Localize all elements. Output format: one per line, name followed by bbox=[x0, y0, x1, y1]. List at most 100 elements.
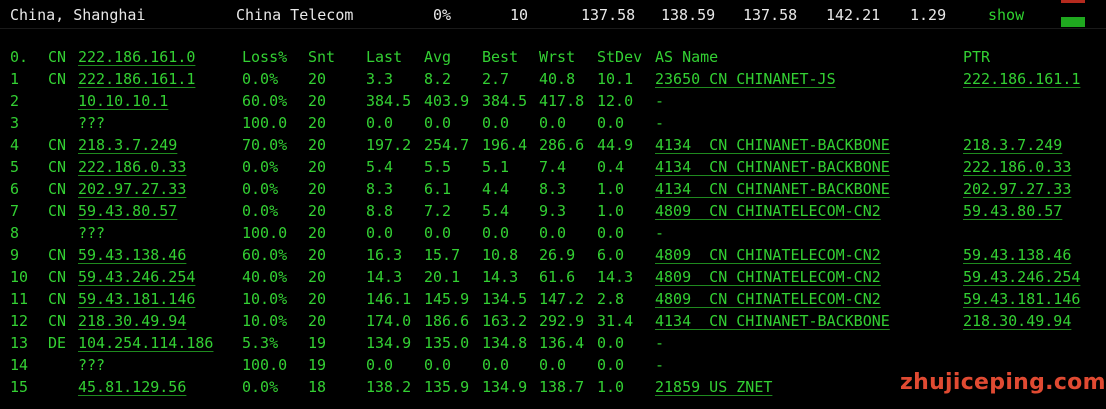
cell-as[interactable]: 4134 CN CHINANET-BACKBONE bbox=[655, 156, 890, 178]
cell-wrst: 417.8 bbox=[539, 92, 585, 110]
cell-ptr[interactable]: 59.43.80.57 bbox=[963, 200, 1062, 222]
show-link[interactable]: show bbox=[988, 4, 1024, 26]
cell-avg: 0.0 bbox=[424, 114, 452, 132]
cell-host[interactable]: 59.43.80.57 bbox=[78, 200, 177, 222]
summary-stdev: 1.29 bbox=[910, 6, 947, 24]
cell-host[interactable]: 104.254.114.186 bbox=[78, 332, 213, 354]
cell-best: 134.9 bbox=[482, 378, 528, 396]
cell-avg: 8.2 bbox=[424, 70, 452, 88]
cell-as: - bbox=[655, 114, 665, 132]
cell-last: 8.8 bbox=[366, 202, 394, 220]
cell-stdev: 14.3 bbox=[597, 268, 634, 286]
cell-ptr[interactable]: 59.43.246.254 bbox=[963, 266, 1080, 288]
cell-as[interactable]: 4809 CN CHINATELECOM-CN2 bbox=[655, 244, 881, 266]
cell-stdev: 1.0 bbox=[597, 202, 625, 220]
cell-avg: 135.0 bbox=[424, 334, 470, 352]
cell-best: 10.8 bbox=[482, 246, 519, 264]
summary-row: China, Shanghai China Telecom 0% 10 137.… bbox=[0, 4, 1106, 26]
cell-wrst: 61.6 bbox=[539, 268, 576, 286]
cell-loss: 0.0% bbox=[242, 180, 279, 198]
cell-as: - bbox=[655, 356, 665, 374]
cell-as[interactable]: 4134 CN CHINANET-BACKBONE bbox=[655, 178, 890, 200]
cell-avg: 145.9 bbox=[424, 290, 470, 308]
cell-host[interactable]: 218.3.7.249 bbox=[78, 134, 177, 156]
cell-ptr[interactable]: 222.186.0.33 bbox=[963, 156, 1071, 178]
cell-host[interactable]: 10.10.10.1 bbox=[78, 90, 168, 112]
cell-last: 174.0 bbox=[366, 312, 412, 330]
header-stdev: StDev bbox=[597, 48, 643, 66]
cell-as[interactable]: 4134 CN CHINANET-BACKBONE bbox=[655, 310, 890, 332]
header-host[interactable]: 222.186.161.0 bbox=[78, 46, 195, 68]
cell-ptr[interactable]: 218.3.7.249 bbox=[963, 134, 1062, 156]
cell-loss: 0.0% bbox=[242, 70, 279, 88]
table-row: 12 CN 218.30.49.94 10.0% 20 174.0 186.6 163.2 29… bbox=[10, 310, 1071, 332]
table-row: 4 CN 218.3.7.249 70.0% 20 197.2 254.7 196.4 286.… bbox=[10, 134, 1062, 156]
cell-ptr[interactable]: 218.30.49.94 bbox=[963, 310, 1071, 332]
cell-as[interactable]: 21859 US ZNET bbox=[655, 376, 772, 398]
cell-ptr[interactable]: 59.43.138.46 bbox=[963, 244, 1071, 266]
cell-host[interactable]: 59.43.246.254 bbox=[78, 266, 195, 288]
cell-snt: 19 bbox=[308, 356, 327, 374]
cell-cc: CN bbox=[48, 246, 67, 264]
cell-wrst: 292.9 bbox=[539, 312, 585, 330]
cell-host[interactable]: 59.43.138.46 bbox=[78, 244, 186, 266]
cell-last: 8.3 bbox=[366, 180, 394, 198]
cell-avg: 7.2 bbox=[424, 202, 452, 220]
cell-as[interactable]: 23650 CN CHINANET-JS bbox=[655, 68, 836, 90]
cell-last: 0.0 bbox=[366, 356, 394, 374]
table-row: 13 DE 104.254.114.186 5.3% 19 134.9 135.0 134.8… bbox=[10, 332, 664, 354]
cell-best: 196.4 bbox=[482, 136, 528, 154]
cell-avg: 254.7 bbox=[424, 136, 470, 154]
table-header: 0. CN 222.186.161.0 Loss% Snt Last Avg B… bbox=[10, 46, 990, 68]
cell-snt: 20 bbox=[308, 158, 327, 176]
cell-host[interactable]: 222.186.0.33 bbox=[78, 156, 186, 178]
table-row: 2 10.10.10.1 60.0% 20 384.5 403.9 384.5 417.8 12… bbox=[10, 90, 664, 112]
cell-wrst: 136.4 bbox=[539, 334, 585, 352]
cell-stdev: 2.8 bbox=[597, 290, 625, 308]
cell-best: 0.0 bbox=[482, 356, 510, 374]
hop-rows: 1 CN 222.186.161.1 0.0% 20 3.3 8.2 2.7 40.8 10.1 2… bbox=[10, 68, 1080, 398]
cell-snt: 20 bbox=[308, 180, 327, 198]
cell-best: 134.8 bbox=[482, 334, 528, 352]
cell-as[interactable]: 4809 CN CHINATELECOM-CN2 bbox=[655, 288, 881, 310]
cell-snt: 20 bbox=[308, 312, 327, 330]
cell-host[interactable]: 218.30.49.94 bbox=[78, 310, 186, 332]
cell-as[interactable]: 4809 CN CHINATELECOM-CN2 bbox=[655, 200, 881, 222]
summary-last: 137.58 bbox=[581, 6, 636, 24]
cell-stdev: 6.0 bbox=[597, 246, 625, 264]
cell-wrst: 40.8 bbox=[539, 70, 576, 88]
cell-stdev: 1.0 bbox=[597, 378, 625, 396]
cell-host[interactable]: 202.97.27.33 bbox=[78, 178, 186, 200]
cell-host[interactable]: 222.186.161.1 bbox=[78, 68, 195, 90]
cell-as[interactable]: 4134 CN CHINANET-BACKBONE bbox=[655, 134, 890, 156]
cell-loss: 60.0% bbox=[242, 246, 288, 264]
cell-snt: 20 bbox=[308, 290, 327, 308]
cell-stdev: 12.0 bbox=[597, 92, 634, 110]
cell-cc: CN bbox=[48, 290, 67, 308]
cell-ptr[interactable]: 202.97.27.33 bbox=[963, 178, 1071, 200]
cell-wrst: 0.0 bbox=[539, 356, 567, 374]
cell-host[interactable]: 45.81.129.56 bbox=[78, 376, 186, 398]
cell-stdev: 0.0 bbox=[597, 114, 625, 132]
cell-as: - bbox=[655, 92, 665, 110]
cell-ptr[interactable]: 222.186.161.1 bbox=[963, 68, 1080, 90]
cell-ptr[interactable]: 59.43.181.146 bbox=[963, 288, 1080, 310]
cell-loss: 0.0% bbox=[242, 158, 279, 176]
cell-hop: 1 bbox=[10, 70, 20, 88]
table-row: 8??? 100.0 20 0.0 0.0 0.0 0.0 0.0 - bbox=[10, 222, 664, 244]
cell-snt: 18 bbox=[308, 378, 327, 396]
table-row: 9 CN 59.43.138.46 60.0% 20 16.3 15.7 10.8 26.9 6.… bbox=[10, 244, 1071, 266]
cell-last: 0.0 bbox=[366, 114, 394, 132]
cell-last: 138.2 bbox=[366, 378, 412, 396]
cell-host[interactable]: 59.43.181.146 bbox=[78, 288, 195, 310]
cell-avg: 0.0 bbox=[424, 224, 452, 242]
cell-avg: 15.7 bbox=[424, 246, 461, 264]
table-row: 3??? 100.0 20 0.0 0.0 0.0 0.0 0.0 - bbox=[10, 112, 664, 134]
cell-wrst: 8.3 bbox=[539, 180, 567, 198]
cell-loss: 100.0 bbox=[242, 114, 288, 132]
cell-hop: 13 bbox=[10, 334, 29, 352]
cell-hop: 12 bbox=[10, 312, 29, 330]
cell-as[interactable]: 4809 CN CHINATELECOM-CN2 bbox=[655, 266, 881, 288]
table-row: 14??? 100.0 19 0.0 0.0 0.0 0.0 0.0 - bbox=[10, 354, 664, 376]
cell-host: ??? bbox=[78, 356, 106, 374]
